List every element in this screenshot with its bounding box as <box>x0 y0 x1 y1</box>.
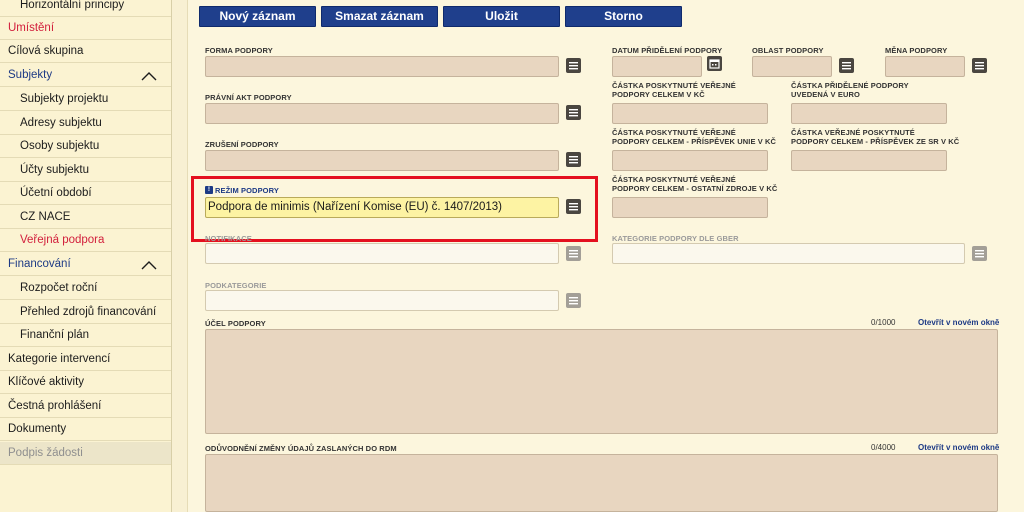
sidebar-divider <box>172 0 188 512</box>
castka-ostatni-label-line1: ČÁSTKA POSKYTNUTÉ VEŘEJNÉ <box>612 175 736 184</box>
oblast-label: OBLAST PODPORY <box>752 46 824 55</box>
mena-field[interactable] <box>885 56 965 77</box>
castka-euro-label-line2: UVEDENÁ V EURO <box>791 90 860 99</box>
sidebar-item-dokumenty[interactable]: Dokumenty <box>0 418 171 441</box>
list-icon[interactable] <box>566 152 581 167</box>
sidebar-item-cz-nace[interactable]: CZ NACE <box>0 206 171 229</box>
castka-sr-field[interactable] <box>791 150 947 171</box>
castka-sr-label: ČÁSTKA VEŘEJNÉ POSKYTNUTÉ PODPORY CELKEM … <box>791 128 959 146</box>
castka-kc-label-line2: PODPORY CELKEM V KČ <box>612 90 705 99</box>
cancel-button[interactable]: Storno <box>565 6 682 27</box>
sidebar-item-adresy-subjektu[interactable]: Adresy subjektu <box>0 112 171 135</box>
sidebar-section-subjekty[interactable]: Subjekty <box>0 64 171 87</box>
oduvodneni-textarea[interactable] <box>205 454 998 512</box>
list-icon[interactable] <box>566 58 581 73</box>
castka-unie-label-line1: ČÁSTKA POSKYTNUTÉ VEŘEJNÉ <box>612 128 736 137</box>
datum-label: DATUM PŘIDĚLENÍ PODPORY <box>612 46 723 55</box>
oblast-field[interactable] <box>752 56 832 77</box>
sidebar-section-label: Subjekty <box>8 69 53 81</box>
sidebar-item-ucetni-obdobi[interactable]: Účetní období <box>0 182 171 205</box>
sidebar-nav: Horizontální principy Umístění Cílová sk… <box>0 0 172 512</box>
calendar-icon[interactable] <box>707 56 722 71</box>
castka-kc-field[interactable] <box>612 103 768 124</box>
sidebar-item-prehled-zdroju[interactable]: Přehled zdrojů financování <box>0 301 171 324</box>
sidebar-item-horizontalni-principy[interactable]: Horizontální principy <box>0 0 171 17</box>
notifikace-label: NOTIFIKACE <box>205 234 252 243</box>
sidebar-item-klicove-aktivity[interactable]: Klíčové aktivity <box>0 371 171 394</box>
sidebar-item-subjekty-projektu[interactable]: Subjekty projektu <box>0 88 171 111</box>
kategorie-gber-field[interactable] <box>612 243 965 264</box>
sidebar-item-osoby-subjektu[interactable]: Osoby subjektu <box>0 135 171 158</box>
podkategorie-label: PODKATEGORIE <box>205 281 267 290</box>
ucel-label: ÚČEL PODPORY <box>205 319 266 328</box>
oduvodneni-counter: 0/4000 <box>871 443 896 452</box>
castka-ostatni-label: ČÁSTKA POSKYTNUTÉ VEŘEJNÉ PODPORY CELKEM … <box>612 175 777 193</box>
list-icon[interactable] <box>566 293 581 308</box>
sidebar-item-ucty-subjektu[interactable]: Účty subjektu <box>0 159 171 182</box>
mena-label: MĚNA PODPORY <box>885 46 948 55</box>
list-icon[interactable] <box>566 246 581 261</box>
castka-sr-label-line2: PODPORY CELKEM - PŘÍSPĚVEK ZE SR V KČ <box>791 137 960 146</box>
castka-ostatni-field[interactable] <box>612 197 768 218</box>
zruseni-label: ZRUŠENÍ PODPORY <box>205 140 279 149</box>
ucel-open-link[interactable]: Otevřít v novém okně <box>918 318 999 327</box>
sidebar-item-cestna-prohlaseni[interactable]: Čestná prohlášení <box>0 395 171 418</box>
sidebar-item-cilova-skupina[interactable]: Cílová skupina <box>0 40 171 63</box>
castka-ostatni-label-line2: PODPORY CELKEM - OSTATNÍ ZDROJE V KČ <box>612 184 778 193</box>
castka-unie-field[interactable] <box>612 150 768 171</box>
castka-unie-label-line2: PODPORY CELKEM - PŘÍSPĚVEK UNIE V KČ <box>612 137 777 146</box>
castka-sr-label-line1: ČÁSTKA VEŘEJNÉ POSKYTNUTÉ <box>791 128 915 137</box>
highlight-box <box>191 176 598 242</box>
ucel-counter: 0/1000 <box>871 318 896 327</box>
forma-podpory-label: FORMA PODPORY <box>205 46 273 55</box>
datum-field[interactable] <box>612 56 702 77</box>
sidebar-item-umisteni[interactable]: Umístění <box>0 17 171 40</box>
castka-euro-label: ČÁSTKA PŘIDĚLENÉ PODPORY UVEDENÁ V EURO <box>791 81 909 99</box>
list-icon[interactable] <box>566 105 581 120</box>
list-icon[interactable] <box>972 246 987 261</box>
sidebar-section-financovani[interactable]: Financování <box>0 253 171 276</box>
save-button[interactable]: Uložit <box>443 6 560 27</box>
pravni-akt-field[interactable] <box>205 103 559 124</box>
castka-euro-field[interactable] <box>791 103 947 124</box>
new-record-button[interactable]: Nový záznam <box>199 6 316 27</box>
forma-podpory-field[interactable] <box>205 56 559 77</box>
delete-record-button[interactable]: Smazat záznam <box>321 6 438 27</box>
sidebar-item-financni-plan[interactable]: Finanční plán <box>0 324 171 347</box>
list-icon[interactable] <box>839 58 854 73</box>
sidebar-section-label: Financování <box>8 258 71 270</box>
oduvodneni-open-link[interactable]: Otevřít v novém okně <box>918 443 999 452</box>
podkategorie-field[interactable] <box>205 290 559 311</box>
zruseni-field[interactable] <box>205 150 559 171</box>
ucel-textarea[interactable] <box>205 329 998 434</box>
sidebar-item-rozpocet-rocni[interactable]: Rozpočet roční <box>0 277 171 300</box>
castka-euro-label-line1: ČÁSTKA PŘIDĚLENÉ PODPORY <box>791 81 909 90</box>
notifikace-field[interactable] <box>205 243 559 264</box>
castka-kc-label: ČÁSTKA POSKYTNUTÉ VEŘEJNÉ PODPORY CELKEM … <box>612 81 736 99</box>
chevron-up-icon[interactable] <box>141 261 157 270</box>
kategorie-gber-label: KATEGORIE PODPORY DLE GBER <box>612 234 739 243</box>
chevron-up-icon[interactable] <box>141 72 157 81</box>
castka-kc-label-line1: ČÁSTKA POSKYTNUTÉ VEŘEJNÉ <box>612 81 736 90</box>
oduvodneni-label: ODŮVODNĚNÍ ZMĚNY ÚDAJŮ ZASLANÝCH DO RDM <box>205 444 397 453</box>
pravni-akt-label: PRÁVNÍ AKT PODPORY <box>205 93 292 102</box>
castka-unie-label: ČÁSTKA POSKYTNUTÉ VEŘEJNÉ PODPORY CELKEM … <box>612 128 776 146</box>
sidebar-item-verejna-podpora[interactable]: Veřejná podpora <box>0 229 171 252</box>
sidebar-item-kategorie-intervenci[interactable]: Kategorie intervencí <box>0 348 171 371</box>
list-icon[interactable] <box>972 58 987 73</box>
sidebar-item-podpis-zadosti: Podpis žádosti <box>0 442 171 465</box>
